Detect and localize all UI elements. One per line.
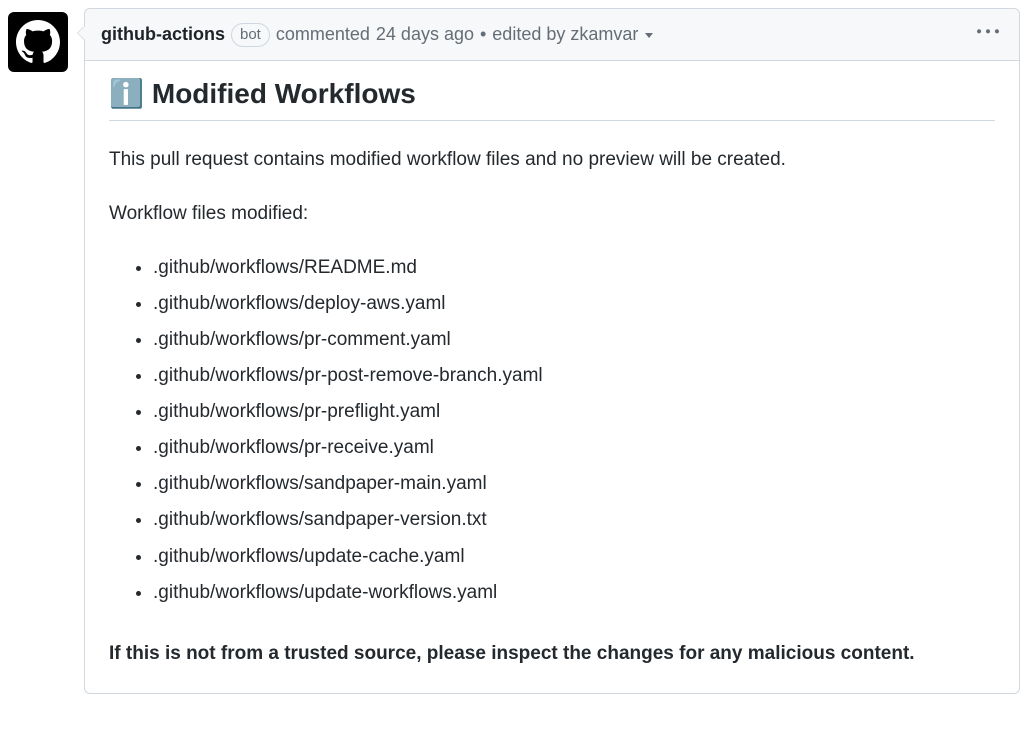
github-icon xyxy=(16,20,60,64)
files-label: Workflow files modified: xyxy=(109,199,995,229)
bot-badge: bot xyxy=(231,23,270,47)
edited-by-user: zkamvar xyxy=(570,24,638,44)
list-item: .github/workflows/README.md xyxy=(153,250,995,286)
author-avatar[interactable] xyxy=(8,12,68,72)
edited-indicator[interactable]: edited by zkamvar xyxy=(492,24,653,45)
comment-container: github-actions bot commented 24 days ago… xyxy=(84,8,1020,694)
comment-actions-menu[interactable] xyxy=(973,17,1003,52)
comment-heading: ℹ️ Modified Workflows xyxy=(109,77,995,121)
list-item: .github/workflows/pr-post-remove-branch.… xyxy=(153,358,995,394)
info-icon: ℹ️ xyxy=(109,77,144,110)
comment-header: github-actions bot commented 24 days ago… xyxy=(85,9,1019,61)
modified-files-list: .github/workflows/README.md .github/work… xyxy=(109,250,995,611)
comment-timeline-item: github-actions bot commented 24 days ago… xyxy=(8,8,1020,694)
comment-heading-text: Modified Workflows xyxy=(152,78,416,110)
warning-text: If this is not from a trusted source, pl… xyxy=(109,639,995,669)
comment-timestamp[interactable]: 24 days ago xyxy=(376,24,474,45)
comment-body: ℹ️ Modified Workflows This pull request … xyxy=(85,61,1019,693)
intro-paragraph: This pull request contains modified work… xyxy=(109,145,995,175)
kebab-horizontal-icon xyxy=(977,21,999,43)
author-link[interactable]: github-actions xyxy=(101,24,225,45)
comment-action-text: commented xyxy=(276,24,370,45)
list-item: .github/workflows/pr-comment.yaml xyxy=(153,322,995,358)
list-item: .github/workflows/update-cache.yaml xyxy=(153,539,995,575)
meta-separator: • xyxy=(480,24,486,45)
chevron-down-icon xyxy=(645,33,653,38)
list-item: .github/workflows/update-workflows.yaml xyxy=(153,575,995,611)
comment-header-meta: github-actions bot commented 24 days ago… xyxy=(101,23,653,47)
list-item: .github/workflows/pr-receive.yaml xyxy=(153,430,995,466)
list-item: .github/workflows/pr-preflight.yaml xyxy=(153,394,995,430)
list-item: .github/workflows/deploy-aws.yaml xyxy=(153,286,995,322)
edited-prefix: edited by xyxy=(492,24,565,44)
list-item: .github/workflows/sandpaper-main.yaml xyxy=(153,466,995,502)
list-item: .github/workflows/sandpaper-version.txt xyxy=(153,502,995,538)
